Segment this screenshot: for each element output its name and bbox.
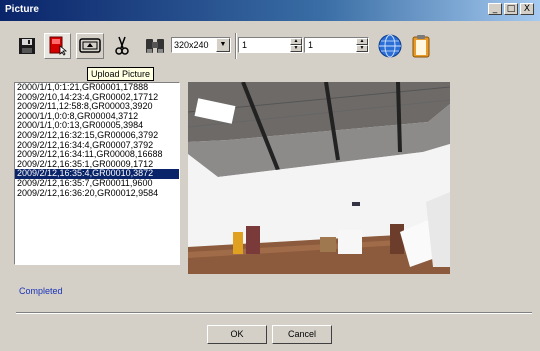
minimize-button[interactable]: _ (488, 3, 502, 15)
maximize-button[interactable]: □ (504, 3, 518, 15)
start-spinner-value: 1 (242, 40, 248, 50)
save-button[interactable] (16, 35, 38, 57)
clipboard-icon (412, 35, 430, 58)
resolution-value: 320x240 (174, 40, 209, 50)
toolbar-separator (235, 33, 237, 59)
picture-preview (188, 82, 450, 274)
spin-down-icon[interactable]: ▼ (356, 45, 368, 52)
chevron-down-icon[interactable]: ▼ (216, 38, 230, 52)
divider (16, 312, 532, 314)
window-title: Picture (5, 4, 39, 15)
upload-picture-icon (49, 36, 68, 56)
upload-picture-tooltip: Upload Picture (87, 67, 155, 81)
ok-button[interactable]: OK (207, 325, 267, 344)
upload-picture-button[interactable] (44, 33, 71, 59)
title-bar: Picture _ □ X (0, 0, 540, 21)
start-spinner-buttons[interactable]: ▲ ▼ (290, 38, 302, 52)
cut-button[interactable] (112, 35, 132, 57)
start-spinner[interactable]: 1 ▲ ▼ (238, 37, 303, 53)
picture-list[interactable]: 2000/1/1,0:1:21,GR00001,17888 2009/2/10,1… (14, 82, 180, 265)
scissors-icon (115, 36, 129, 55)
floppy-disk-icon (19, 38, 35, 54)
cancel-button[interactable]: Cancel (272, 325, 332, 344)
find-button[interactable] (143, 33, 168, 58)
warehouse-photo (188, 82, 450, 274)
list-item[interactable]: 2009/2/12,16:36:20,GR00012,9584 (15, 188, 179, 199)
resolution-select[interactable]: 320x240 ▼ (171, 37, 231, 53)
internet-button[interactable] (377, 33, 403, 59)
close-button[interactable]: X (520, 3, 534, 15)
window-controls: _ □ X (488, 3, 534, 15)
status-text: Completed (19, 286, 63, 296)
capture-button[interactable] (76, 33, 104, 59)
camera-screen-icon (79, 38, 101, 53)
globe-icon (378, 34, 402, 58)
end-spinner-buttons[interactable]: ▲ ▼ (356, 38, 368, 52)
spin-up-icon[interactable]: ▲ (356, 38, 368, 45)
end-spinner[interactable]: 1 ▲ ▼ (304, 37, 369, 53)
clipboard-button[interactable] (410, 33, 432, 59)
spin-down-icon[interactable]: ▼ (290, 45, 302, 52)
spin-up-icon[interactable]: ▲ (290, 38, 302, 45)
binoculars-icon (146, 39, 164, 53)
end-spinner-value: 1 (308, 40, 314, 50)
